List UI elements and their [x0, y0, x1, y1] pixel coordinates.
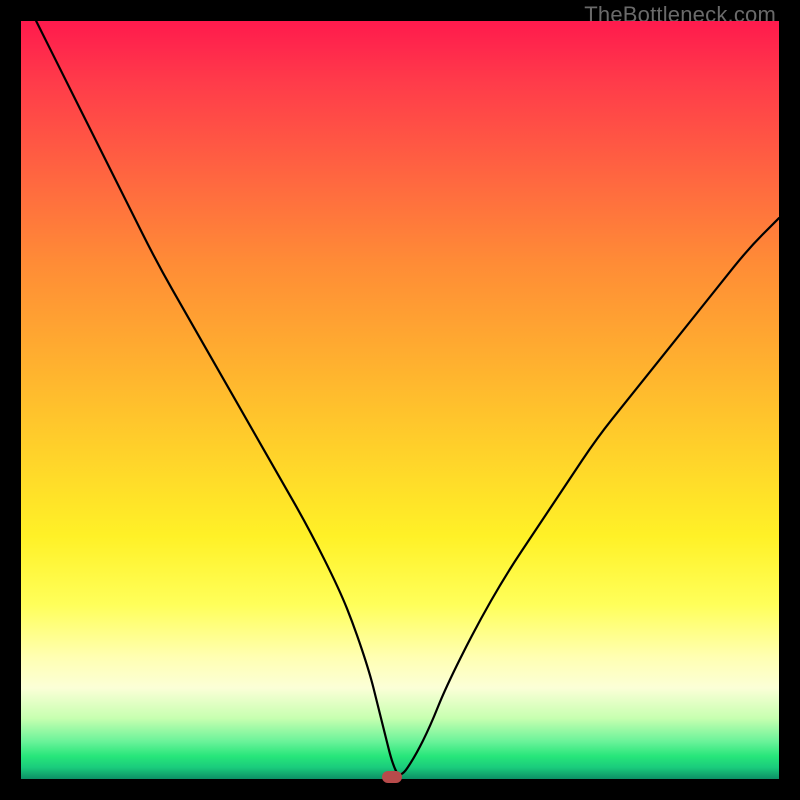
optimal-point-marker	[382, 771, 402, 783]
bottleneck-curve	[21, 21, 779, 779]
chart-plot-area	[21, 21, 779, 779]
